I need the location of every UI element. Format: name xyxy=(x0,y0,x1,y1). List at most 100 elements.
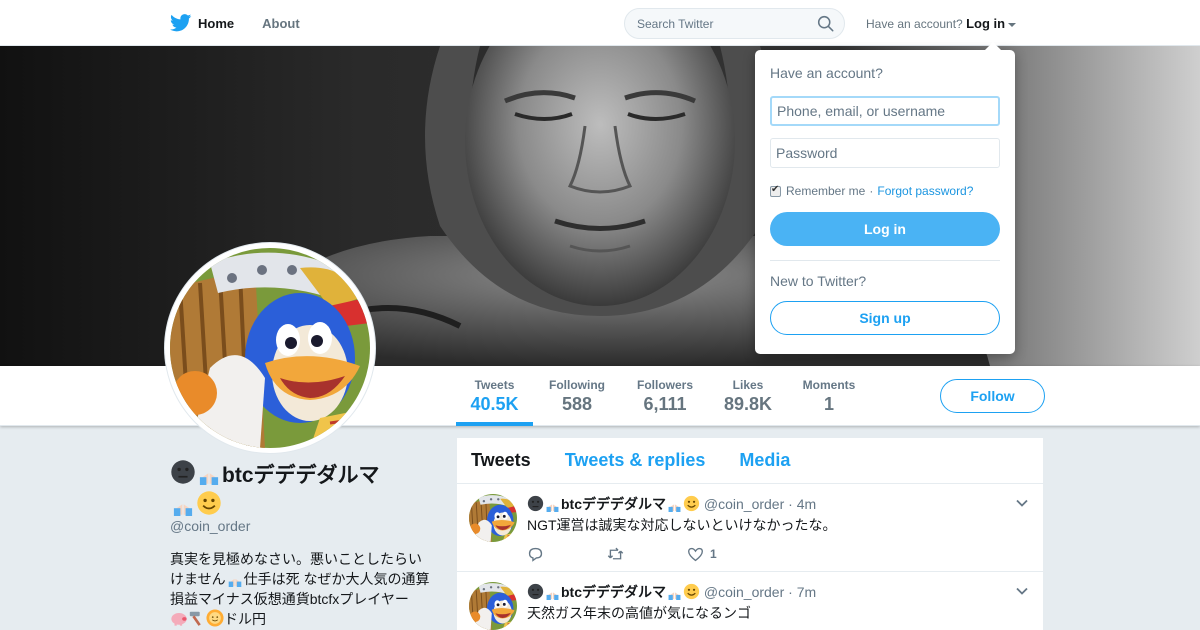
login-toggle-label: Log in xyxy=(966,16,1006,31)
nav-home[interactable]: Home xyxy=(170,14,234,32)
smile-emoji-icon xyxy=(683,495,700,512)
caret-down-icon xyxy=(1008,22,1017,27)
stat-label: Moments xyxy=(802,378,856,392)
tab-media[interactable]: Media xyxy=(739,450,790,471)
nav-home-label: Home xyxy=(198,15,235,31)
remember-me-row: Remember me · Forgot password? xyxy=(770,184,1000,198)
search-icon[interactable] xyxy=(817,15,834,32)
tweet-avatar[interactable] xyxy=(469,494,517,542)
dark-face-emoji-icon xyxy=(527,495,544,512)
tweet-author-handle[interactable]: @coin_order xyxy=(704,496,784,512)
tweet-avatar-image xyxy=(469,494,517,542)
tweet-text: NGT運営は誠実な対応しないといけなかったな。 xyxy=(527,517,837,533)
forgot-password-link[interactable]: Forgot password? xyxy=(877,184,973,198)
tweet-author-handle[interactable]: @coin_order xyxy=(704,584,784,600)
search-input[interactable] xyxy=(625,9,805,38)
username-field[interactable] xyxy=(770,96,1000,126)
remember-me-checkbox[interactable] xyxy=(770,184,781,197)
hammer-emoji-icon xyxy=(188,609,206,627)
stat-followers[interactable]: Followers 6,111 xyxy=(628,366,702,426)
smile-emoji-icon xyxy=(196,490,222,516)
pig-emoji-icon xyxy=(170,609,188,627)
stat-value: 40.5K xyxy=(470,394,519,414)
tweet-actions: 1 xyxy=(527,545,1031,563)
dropdown-divider xyxy=(770,260,1000,261)
folded-hands-emoji-icon xyxy=(544,495,561,512)
tab-tweets[interactable]: Tweets xyxy=(471,450,531,471)
tweet-dot-separator: · xyxy=(788,496,793,512)
stat-value: 6,111 xyxy=(643,394,687,414)
twitter-bird-icon xyxy=(170,14,192,32)
password-field[interactable] xyxy=(770,138,1000,168)
follow-button[interactable]: Follow xyxy=(940,379,1045,413)
tweet-text: 天然ガス年末の高値が気になるンゴ xyxy=(527,605,751,621)
timeline: Tweets Tweets & replies Media btcデデデダルマ … xyxy=(456,437,1044,630)
nav-about-label: About xyxy=(262,15,300,31)
dark-face-emoji-icon xyxy=(170,459,196,485)
stat-label: Tweets xyxy=(474,378,515,392)
stat-value: 89.8K xyxy=(723,394,773,414)
tweet-author-name[interactable]: btcデデデダルマ xyxy=(561,584,666,600)
sun-face-emoji-icon xyxy=(206,609,224,627)
log-in-button[interactable]: Log in xyxy=(770,212,1000,246)
stat-label: Followers xyxy=(636,378,693,392)
stat-label: Following xyxy=(549,378,605,392)
profile-handle[interactable]: @coin_order xyxy=(170,518,250,534)
folded-hands-emoji-icon xyxy=(226,569,244,587)
nav-left: Home About xyxy=(170,0,300,46)
chevron-down-icon[interactable] xyxy=(1015,584,1029,598)
tab-tweets-and-replies[interactable]: Tweets & replies xyxy=(565,450,706,471)
stat-moments[interactable]: Moments 1 xyxy=(794,366,864,426)
separator-dot: · xyxy=(869,184,874,198)
bio-text: けません xyxy=(170,571,226,587)
tweet-author-name[interactable]: btcデデデダルマ xyxy=(561,496,666,512)
tweet-header: btcデデデダルマ @coin_order · 4m xyxy=(527,494,1031,514)
folded-hands-emoji-icon xyxy=(544,583,561,600)
sign-up-button[interactable]: Sign up xyxy=(770,301,1000,335)
folded-hands-emoji-icon xyxy=(170,490,196,516)
retweet-button[interactable] xyxy=(607,546,687,563)
dark-face-emoji-icon xyxy=(527,583,544,600)
tweet-timestamp[interactable]: 7m xyxy=(797,584,816,600)
tweet-item[interactable]: btcデデデダルマ @coin_order · 4m NGT運営は誠実な対応しな… xyxy=(457,484,1043,572)
login-dropdown-title: Have an account? xyxy=(770,65,883,81)
profile-bio: 真実を見極めなさい。悪いことしたらいけません 仕手は死 なぜか大人気の通算損益マイ… xyxy=(170,549,432,629)
nav-about[interactable]: About xyxy=(262,16,300,31)
tweet-item[interactable]: btcデデデダルマ @coin_order · 7m 天然ガス年末の高値が気にな… xyxy=(457,572,1043,630)
tweet-dot-separator: · xyxy=(788,584,793,600)
tweet-avatar-image xyxy=(469,582,517,630)
folded-hands-emoji-icon xyxy=(666,583,683,600)
stat-value: 588 xyxy=(561,394,593,414)
timeline-tabs: Tweets Tweets & replies Media xyxy=(457,438,1043,484)
tweet-avatar[interactable] xyxy=(469,582,517,630)
like-count: 1 xyxy=(710,547,717,561)
new-to-twitter-text: New to Twitter? xyxy=(770,273,867,289)
retweet-icon xyxy=(607,547,624,559)
profile-name-text: btcデデデダルマ xyxy=(222,464,380,487)
bio-text: 真実を見極めなさい。悪いことしたらい xyxy=(170,551,422,567)
search-box xyxy=(624,8,845,39)
remember-me-label[interactable]: Remember me xyxy=(786,184,865,198)
reply-button[interactable] xyxy=(527,546,607,563)
stat-likes[interactable]: Likes 89.8K xyxy=(716,366,780,426)
top-navigation: Home About Have an account? Log in xyxy=(0,0,1200,46)
reply-icon xyxy=(528,547,543,562)
smile-emoji-icon xyxy=(683,583,700,600)
like-button[interactable]: 1 xyxy=(687,546,767,563)
stat-tweets[interactable]: Tweets 40.5K xyxy=(456,366,533,426)
folded-hands-emoji-icon xyxy=(666,495,683,512)
bio-text: ドル円 xyxy=(224,611,266,627)
profile-avatar[interactable] xyxy=(165,243,375,453)
stat-following[interactable]: Following 588 xyxy=(540,366,614,426)
profile-name: btcデデデダルマ xyxy=(170,459,400,521)
avatar-image xyxy=(170,248,370,448)
heart-icon xyxy=(688,547,703,561)
login-prompt: Have an account? xyxy=(866,17,963,31)
login-dropdown-toggle[interactable]: Have an account? Log in xyxy=(866,16,1017,31)
folded-hands-emoji-icon xyxy=(196,459,222,485)
login-dropdown: Have an account? Remember me · Forgot pa… xyxy=(755,42,1015,354)
tweet-timestamp[interactable]: 4m xyxy=(797,496,816,512)
stat-value: 1 xyxy=(823,394,834,414)
chevron-down-icon[interactable] xyxy=(1015,496,1029,510)
tweet-header: btcデデデダルマ @coin_order · 7m xyxy=(527,582,1031,602)
